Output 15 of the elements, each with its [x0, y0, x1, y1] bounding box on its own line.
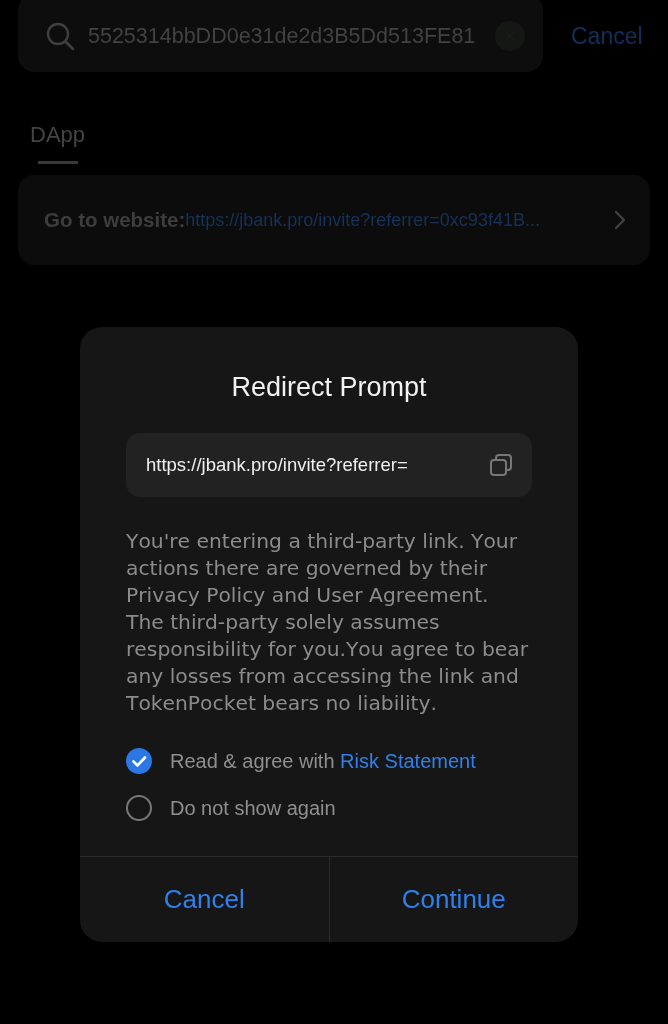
agree-label: Read & agree with Risk Statement	[170, 749, 476, 773]
copy-icon[interactable]	[490, 454, 512, 476]
checked-checkbox[interactable]	[126, 748, 152, 774]
dialog-title: Redirect Prompt	[230, 371, 428, 404]
continue-button[interactable]: Continue	[328, 857, 578, 942]
url-field: https://jbank.pro/invite?referrer=	[126, 433, 532, 497]
warning-message: You're entering a third-party link. Your actions there are governed by their Privacy Policy and User Agreement. The third-party solely assumes responsibility for you.You agree to bear any losses from accessing the link and TokenPocket bears no liability.	[126, 528, 529, 717]
search-icon	[45, 21, 75, 51]
risk-statement-link[interactable]: Risk Statement	[340, 749, 476, 772]
option-label: Do not show again	[170, 796, 336, 820]
unchecked-checkbox[interactable]	[126, 795, 152, 821]
cancel-button[interactable]: Cancel	[571, 22, 643, 50]
cancel-button[interactable]: Cancel	[80, 857, 329, 942]
chevron-icon	[614, 210, 626, 230]
website-link[interactable]: https://jbank.pro/invite?referrer=0xc93f41B...	[185, 209, 602, 231]
